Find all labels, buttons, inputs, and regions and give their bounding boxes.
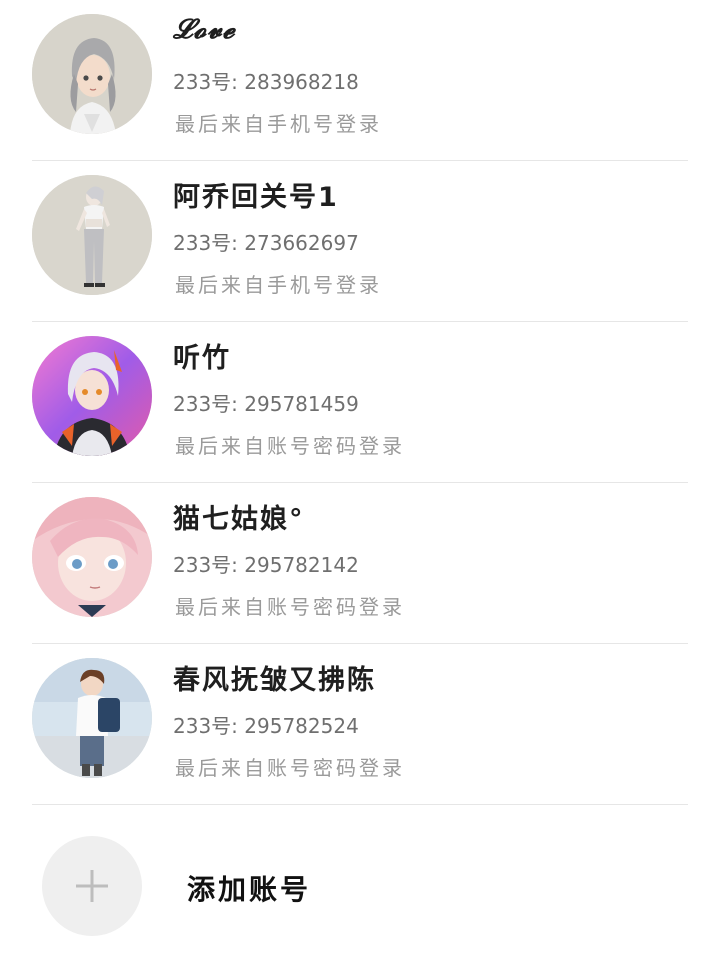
anime-boy-backpack-avatar: [32, 658, 152, 778]
last-login-method: 最后来自手机号登录: [175, 273, 382, 297]
account-uid: 233号: 295782524: [173, 714, 359, 738]
account-uid: 233号: 295782142: [173, 553, 359, 577]
avatar: [32, 658, 152, 778]
account-uid: 233号: 273662697: [173, 231, 359, 255]
account-item-maoqi[interactable]: 猫七姑娘° 233号: 295782142 最后来自账号密码登录: [0, 483, 719, 644]
account-name: 听竹: [173, 343, 231, 374]
account-uid: 233号: 295781459: [173, 392, 359, 416]
avatar: [32, 497, 152, 617]
account-item-chunfeng[interactable]: 春风抚皱又拂陈 233号: 295782524 最后来自账号密码登录: [0, 644, 719, 805]
anime-full-body-avatar: [32, 175, 152, 295]
add-account-button[interactable]: [42, 836, 142, 936]
account-item-love[interactable]: 𝓛𝓸𝓿𝓮 233号: 283968218 最后来自手机号登录: [0, 0, 719, 161]
add-account-row[interactable]: 添加账号: [0, 805, 719, 965]
account-uid: 233号: 283968218: [173, 70, 359, 94]
account-name: 𝓛𝓸𝓿𝓮: [173, 14, 236, 45]
add-account-label: 添加账号: [187, 873, 312, 906]
last-login-method: 最后来自账号密码登录: [175, 756, 405, 780]
account-list: 𝓛𝓸𝓿𝓮 233号: 283968218 最后来自手机号登录 阿乔回关号1 23…: [0, 0, 719, 965]
last-login-method: 最后来自账号密码登录: [175, 434, 405, 458]
last-login-method: 最后来自账号密码登录: [175, 595, 405, 619]
account-name: 春风抚皱又拂陈: [173, 665, 376, 696]
account-item-tingzhu[interactable]: 听竹 233号: 295781459 最后来自账号密码登录: [0, 322, 719, 483]
anime-white-hair-armor-avatar: [32, 336, 152, 456]
account-item-aqiao[interactable]: 阿乔回关号1 233号: 273662697 最后来自手机号登录: [0, 161, 719, 322]
anime-girl-silver-hair-avatar: [32, 14, 152, 134]
account-name: 猫七姑娘°: [173, 504, 305, 535]
avatar: [32, 175, 152, 295]
account-name: 阿乔回关号1: [173, 182, 339, 213]
avatar: [32, 14, 152, 134]
last-login-method: 最后来自手机号登录: [175, 112, 382, 136]
anime-pink-hair-avatar: [32, 497, 152, 617]
avatar: [32, 336, 152, 456]
